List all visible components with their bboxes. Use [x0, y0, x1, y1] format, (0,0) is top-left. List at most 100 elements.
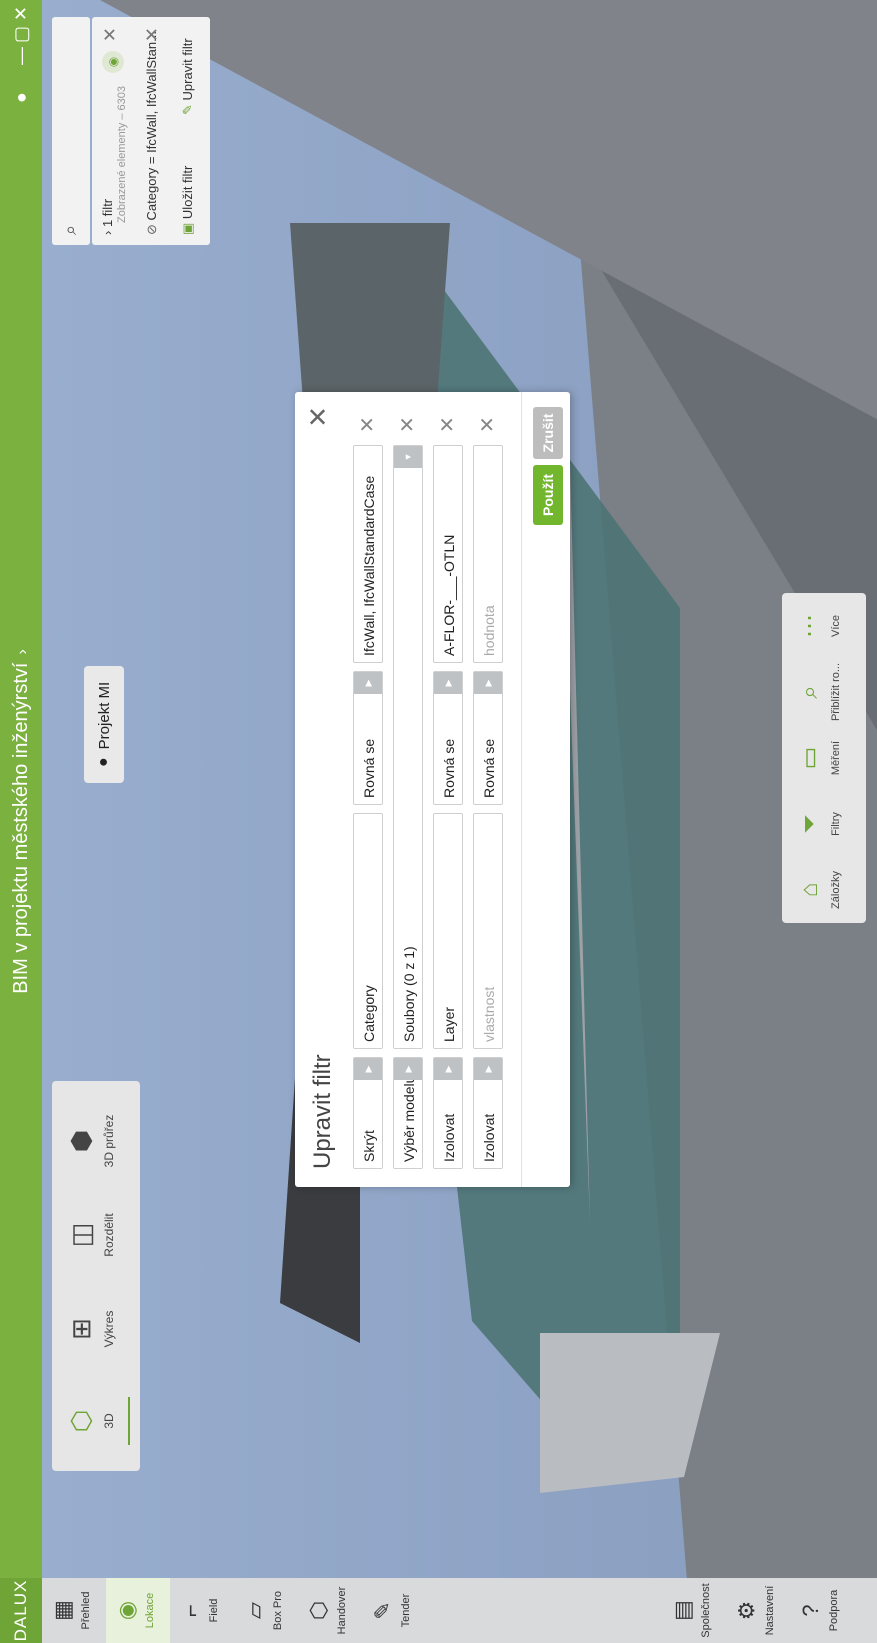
- property-field[interactable]: vlastnost: [473, 813, 503, 1049]
- remove-row-icon[interactable]: ✕: [355, 416, 380, 433]
- account-icon[interactable]: ●: [0, 92, 42, 103]
- measure-button[interactable]: ▭ Měření: [782, 725, 866, 791]
- operator-select[interactable]: Rovná se ▶: [353, 671, 383, 805]
- property-field[interactable]: Category: [353, 813, 383, 1049]
- nav-item-lokace[interactable]: ◉ Lokace: [106, 1578, 170, 1643]
- view-tools: ⬡ 3D ⊞ Výkres ◫ Rozdělit ⬢ 3D průřez: [52, 1081, 140, 1471]
- dialog-close-icon[interactable]: ✕: [303, 406, 334, 428]
- operator-select[interactable]: Rovná se ▶: [433, 671, 463, 805]
- tool-label: Více: [830, 615, 842, 638]
- filter-summary-sub: Zobrazené elementy – 6303: [116, 86, 128, 223]
- top-bar: DALUX BIM v projektu městského inženýrst…: [0, 0, 42, 1643]
- action-value: Izolovat: [481, 1113, 497, 1162]
- location-pin-icon: ●: [95, 757, 112, 767]
- save-filter-button[interactable]: ▣ Uložit filtr: [180, 166, 196, 235]
- search-input[interactable]: ⌕: [52, 17, 90, 245]
- nav-item-prehled[interactable]: ▦ Přehled: [42, 1578, 106, 1643]
- remove-row-icon[interactable]: ✕: [475, 416, 500, 433]
- section-cube-icon: ⬢: [66, 1129, 96, 1153]
- operator-select[interactable]: Rovná se ▶: [473, 671, 503, 805]
- nav-label: Tender: [400, 1593, 412, 1628]
- model-files-value: Soubory (0 z 1): [401, 946, 417, 1042]
- maximize-icon[interactable]: ▢: [0, 26, 42, 43]
- view-3d-button[interactable]: ⬡ 3D: [52, 1379, 140, 1463]
- remove-row-icon[interactable]: ✕: [395, 416, 420, 433]
- remove-rule-icon[interactable]: ✕: [142, 27, 163, 42]
- action-select[interactable]: Izolovat ▶: [433, 1057, 463, 1169]
- remove-filter-icon[interactable]: ✕: [100, 27, 121, 42]
- view-3d-prurez-button[interactable]: ⬢ 3D průřez: [52, 1099, 140, 1183]
- location-icon: ◉: [114, 1600, 139, 1621]
- dropdown-arrow-icon: ▶: [394, 1058, 422, 1080]
- nav-label: Box Pro: [272, 1590, 284, 1631]
- pencil-icon: ✎: [180, 104, 195, 115]
- view-rozdelit-button[interactable]: ◫ Rozdělit: [52, 1193, 140, 1277]
- dropdown-arrow-icon: ▶: [434, 1058, 462, 1080]
- remove-row-icon[interactable]: ✕: [435, 416, 460, 433]
- model-files-select[interactable]: Soubory (0 z 1) ▼: [393, 445, 423, 1049]
- zoom-button[interactable]: ⌕ Přiblížit ro...: [782, 659, 866, 725]
- project-location-chip[interactable]: ● Projekt MI: [84, 665, 124, 783]
- nav-item-box-pro[interactable]: ▱ Box Pro: [234, 1578, 298, 1643]
- nav-label: Společnost: [700, 1583, 712, 1638]
- action-select[interactable]: Izolovat ▶: [473, 1057, 503, 1169]
- nav-item-spolecnost[interactable]: ▤ Společnost: [662, 1578, 726, 1643]
- view-vykres-button[interactable]: ⊞ Výkres: [52, 1287, 140, 1371]
- project-chip-label: Projekt MI: [95, 681, 113, 750]
- filter-summary[interactable]: › 1 filtr: [100, 199, 115, 235]
- nav-label: Nastavení: [764, 1585, 776, 1636]
- left-navigation: ▦ Přehled ◉ Lokace ⌐ Field ▱ Box Pro ⬡ Handov…: [42, 1578, 877, 1643]
- nav-item-podpora[interactable]: ? Podpora: [790, 1578, 854, 1643]
- filter-row-1: Skrýt ▶ Category Rovná se ▶ IfcWall, IfcWa…: [353, 409, 385, 1169]
- property-field[interactable]: Layer: [433, 813, 463, 1049]
- value-field[interactable]: A-FLOR-___-OTLN: [433, 445, 463, 663]
- minimize-icon[interactable]: —: [0, 47, 42, 65]
- filter-rule[interactable]: ⊘ Category = IfcWall, IfcWallStan...: [144, 31, 160, 235]
- drawing-icon: ⊞: [66, 1318, 96, 1340]
- tool-label: Měření: [830, 740, 842, 776]
- action-value: Výběr modelu: [401, 1075, 417, 1162]
- edit-filter-dialog: Upravit filtr ✕ Skrýt ▶ Category Rovná se…: [295, 392, 570, 1187]
- nav-item-handover[interactable]: ⬡ Handover: [298, 1578, 362, 1643]
- bookmarks-button[interactable]: ⌂ Záložky: [782, 857, 866, 923]
- operator-value: Rovná se: [481, 738, 497, 798]
- eye-icon[interactable]: ◉: [102, 51, 124, 73]
- cancel-button[interactable]: Zrušit: [533, 407, 563, 459]
- handover-icon: ⬡: [306, 1600, 331, 1621]
- bookmark-icon: ⌂: [796, 882, 823, 898]
- nav-label: Handover: [336, 1586, 348, 1635]
- edit-filter-button[interactable]: ✎ Upravit filtr: [180, 38, 196, 115]
- nav-item-field[interactable]: ⌐ Field: [170, 1578, 234, 1643]
- filter-row-2: Výběr modelu ▶ Soubory (0 z 1) ▼ ✕: [393, 409, 425, 1169]
- cube-icon: ⬡: [66, 1409, 96, 1433]
- dialog-divider: [521, 392, 522, 1187]
- app-root: DALUX BIM v projektu městského inženýrst…: [0, 0, 877, 1643]
- box-icon: ▱: [242, 1602, 267, 1619]
- grid-icon: ▦: [50, 1600, 75, 1621]
- view-label: 3D: [102, 1413, 116, 1429]
- project-title[interactable]: BIM v projektu městského inženýrství ›: [0, 0, 42, 1643]
- save-icon: ▣: [180, 222, 195, 235]
- close-icon[interactable]: ✕: [0, 6, 42, 21]
- action-select[interactable]: Výběr modelu ▶: [393, 1057, 423, 1169]
- view-label: Výkres: [102, 1310, 116, 1348]
- handshake-icon: ✎: [370, 1601, 395, 1620]
- nav-label: Lokace: [144, 1592, 156, 1629]
- value-field[interactable]: IfcWall, IfcWallStandardCase: [353, 445, 383, 663]
- chevron-right-icon: ›: [100, 230, 115, 235]
- ruler-icon: ▭: [796, 746, 823, 770]
- filters-button[interactable]: ⏷ Filtry: [782, 791, 866, 857]
- split-icon: ◫: [66, 1222, 96, 1248]
- more-button[interactable]: ⋯ Více: [782, 593, 866, 659]
- nav-item-tender[interactable]: ✎ Tender: [362, 1578, 426, 1643]
- apply-button[interactable]: Použít: [533, 465, 563, 525]
- nav-label: Přehled: [80, 1591, 92, 1630]
- value-field[interactable]: hodnota: [473, 445, 503, 663]
- filter-icon: ⏷: [796, 814, 823, 834]
- edit-filter-label: Upravit filtr: [180, 38, 195, 101]
- action-value: Skrýt: [361, 1130, 377, 1162]
- dropdown-arrow-icon: ▼: [394, 446, 422, 468]
- gear-icon: ⚙: [734, 1600, 759, 1621]
- nav-item-nastaveni[interactable]: ⚙ Nastavení: [726, 1578, 790, 1643]
- action-select[interactable]: Skrýt ▶: [353, 1057, 383, 1169]
